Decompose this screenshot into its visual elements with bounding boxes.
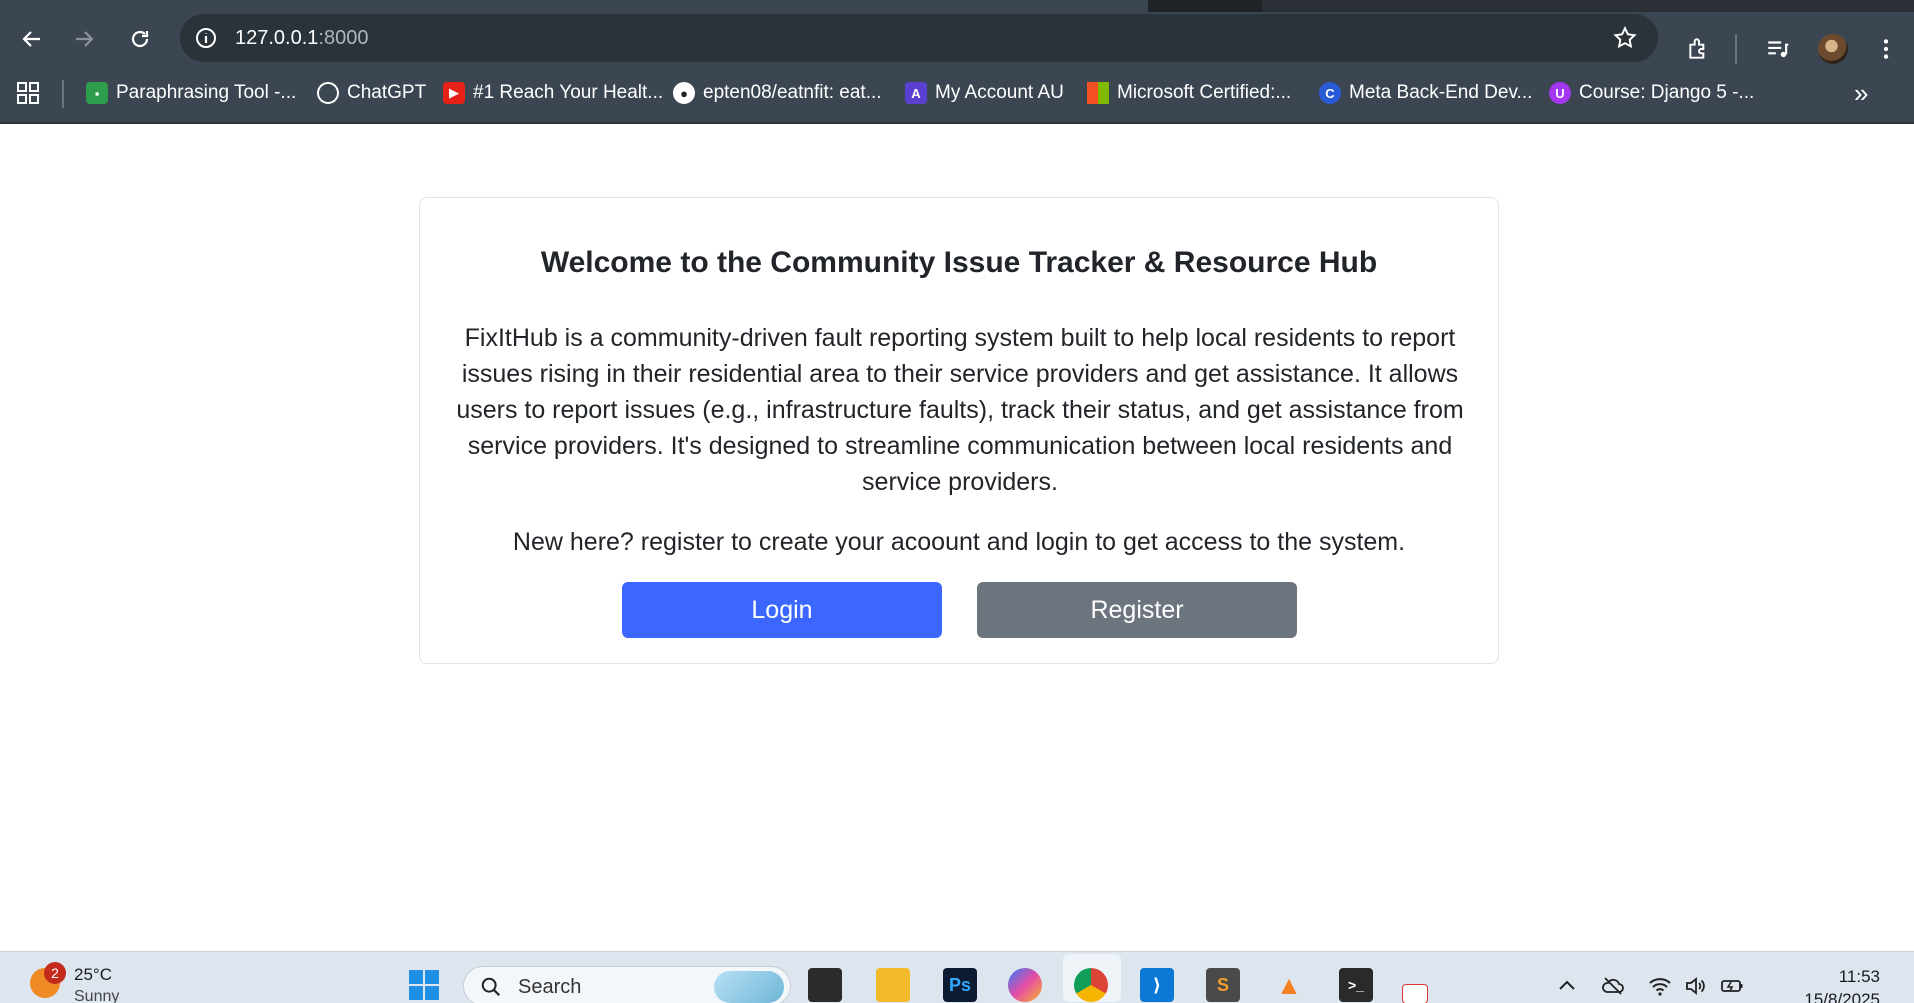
browser-toolbar: 127.0.0.1:8000 <box>0 12 1914 64</box>
taskbar: 2 25°C Sunny Search Ps ⟩ S ▲ >_ 11:53 15… <box>0 951 1914 1003</box>
file-explorer-icon[interactable] <box>876 968 910 1002</box>
onedrive-offline-icon[interactable] <box>1601 974 1625 998</box>
youtube-icon: ▶ <box>443 82 465 104</box>
wifi-icon[interactable] <box>1648 974 1672 998</box>
windows-start-icon[interactable] <box>407 968 441 1002</box>
back-button[interactable] <box>14 24 50 54</box>
bookmark-label: Paraphrasing Tool -... <box>116 82 297 103</box>
bookmark-chatgpt[interactable]: ChatGPT <box>317 79 426 107</box>
extensions-icon <box>1689 38 1705 59</box>
login-button[interactable]: Login <box>622 582 942 638</box>
more-vertical-icon <box>1883 39 1889 59</box>
bookmark-label: #1 Reach Your Healt... <box>473 82 664 103</box>
call-to-action-text: New here? register to create your acooun… <box>512 528 1406 556</box>
welcome-card: Welcome to the Community Issue Tracker &… <box>419 197 1499 664</box>
clock-date: 15/8/2025 <box>1804 990 1880 1003</box>
coursera-icon: C <box>1319 82 1341 104</box>
search-icon <box>481 977 501 997</box>
microsoft-icon <box>1087 82 1109 104</box>
bookmark-paraphrasing-tool[interactable]: ▪ Paraphrasing Tool -... <box>86 79 296 107</box>
bookmark-youtube[interactable]: ▶ #1 Reach Your Healt... <box>443 79 663 107</box>
arrow-right-icon <box>76 31 94 47</box>
task-view-icon[interactable] <box>808 968 842 1002</box>
tab-strip <box>0 0 1914 12</box>
register-button[interactable]: Register <box>977 582 1297 638</box>
browser-menu-button[interactable] <box>1872 35 1900 63</box>
bookmark-my-account[interactable]: A My Account AU <box>905 79 1064 107</box>
bookmark-django-course[interactable]: U Course: Django 5 -... <box>1549 79 1754 107</box>
search-highlight-image <box>714 971 784 1003</box>
address-bar[interactable]: 127.0.0.1:8000 <box>180 14 1658 62</box>
weather-condition[interactable]: Sunny <box>74 988 119 1003</box>
bookmarks-separator <box>62 80 64 108</box>
battery-icon[interactable] <box>1720 974 1744 998</box>
extensions-button[interactable] <box>1685 35 1713 63</box>
bookmark-label: My Account AU <box>935 82 1064 103</box>
copilot-icon[interactable] <box>1008 968 1042 1002</box>
bookmark-label: Microsoft Certified:... <box>1117 82 1292 103</box>
apps-grid-icon[interactable] <box>16 81 40 105</box>
url-port: :8000 <box>318 27 369 49</box>
bookmark-github[interactable]: ● epten08/eatnfit: eat... <box>673 79 882 107</box>
quillbot-icon: ▪ <box>86 82 108 104</box>
github-icon: ● <box>673 82 695 104</box>
chatgpt-icon <box>317 82 339 104</box>
terminal-icon[interactable]: >_ <box>1339 968 1373 1002</box>
arrow-left-icon <box>22 31 40 47</box>
vscode-icon[interactable]: ⟩ <box>1140 968 1174 1002</box>
clock-time: 11:53 <box>1838 967 1880 986</box>
page-title: Welcome to the Community Issue Tracker &… <box>540 246 1378 279</box>
more-bookmarks-chevron-icon[interactable]: » <box>1854 78 1868 109</box>
system-clock[interactable]: 11:53 15/8/2025 <box>1760 965 1880 1003</box>
reload-icon <box>131 30 149 48</box>
sublime-text-icon[interactable]: S <box>1206 968 1240 1002</box>
au-icon: A <box>905 82 927 104</box>
bookmark-star-icon[interactable] <box>1612 25 1638 51</box>
url-text[interactable]: 127.0.0.1:8000 <box>235 27 368 50</box>
profile-avatar[interactable] <box>1818 34 1848 64</box>
vlc-icon[interactable]: ▲ <box>1272 968 1306 1002</box>
url-host: 127.0.0.1 <box>235 27 319 49</box>
media-control-button[interactable] <box>1764 35 1792 63</box>
site-info-icon[interactable] <box>194 26 218 50</box>
chrome-icon[interactable] <box>1074 968 1108 1002</box>
volume-icon[interactable] <box>1683 974 1707 998</box>
udemy-icon: U <box>1549 82 1571 104</box>
bookmark-label: Meta Back-End Dev... <box>1349 82 1533 103</box>
inactive-tab-edge[interactable] <box>1262 0 1914 12</box>
weather-badge: 2 <box>44 962 66 984</box>
forward-button[interactable] <box>66 24 102 54</box>
photoshop-icon[interactable]: Ps <box>943 968 977 1002</box>
search-label: Search <box>518 976 582 998</box>
active-tab-edge[interactable] <box>0 0 1148 12</box>
media-queue-icon <box>1768 41 1789 58</box>
toolbar-separator <box>1735 34 1737 64</box>
bookmark-label: Course: Django 5 -... <box>1579 82 1755 103</box>
bookmark-label: epten08/eatnfit: eat... <box>703 82 882 103</box>
bookmark-label: ChatGPT <box>347 82 427 103</box>
reload-button[interactable] <box>122 24 158 54</box>
taskbar-search[interactable]: Search <box>463 966 791 1003</box>
chevron-up-icon[interactable] <box>1555 974 1579 998</box>
calendar-app-icon[interactable] <box>1402 984 1428 1003</box>
bookmark-microsoft-certified[interactable]: Microsoft Certified:... <box>1087 79 1291 107</box>
bookmarks-bar: ▪ Paraphrasing Tool -... ChatGPT ▶ #1 Re… <box>0 64 1914 124</box>
weather-temperature[interactable]: 25°C <box>74 965 112 985</box>
page-description: FixItHub is a community-driven fault rep… <box>456 324 1464 496</box>
bookmark-meta-backend[interactable]: C Meta Back-End Dev... <box>1319 79 1532 107</box>
